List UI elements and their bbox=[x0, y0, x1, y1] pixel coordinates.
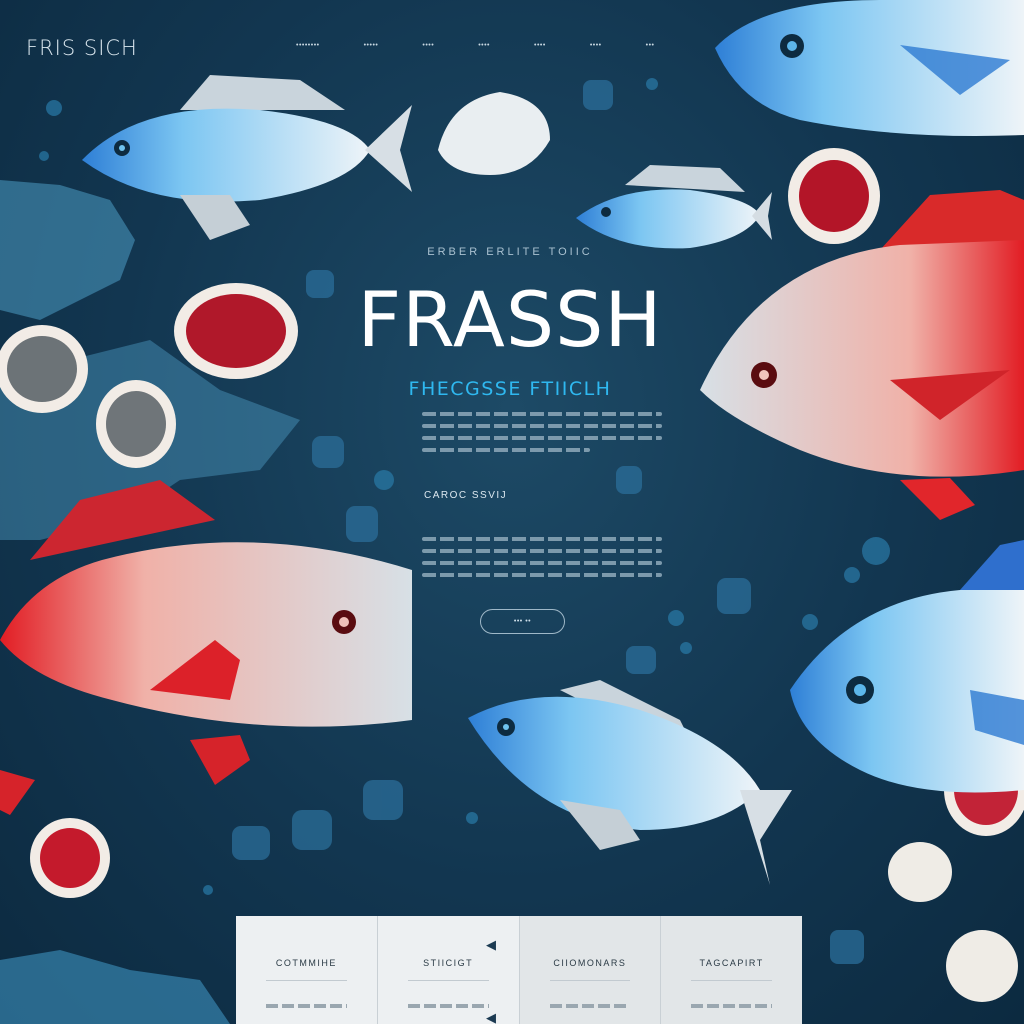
top-nav: •••••••• ••••• •••• •••• •••• •••• ••• bbox=[296, 42, 698, 49]
arrow-left-icon[interactable]: ◀ bbox=[486, 1010, 500, 1024]
bowl-red-center-left bbox=[174, 283, 298, 379]
hero-subtitle: FHECGSSE FTIICLH bbox=[408, 378, 612, 400]
red-fish-left bbox=[0, 480, 412, 815]
nav-item-2[interactable]: ••••• bbox=[364, 42, 379, 49]
blue-fish-top-left bbox=[82, 75, 412, 240]
nav-item-3[interactable]: •••• bbox=[422, 42, 434, 49]
feature-card-1[interactable]: COTMMIHE bbox=[236, 916, 378, 1024]
card-divider bbox=[549, 980, 631, 981]
cta-button[interactable]: ••• •• bbox=[480, 609, 565, 634]
nav-item-7[interactable]: ••• bbox=[646, 42, 655, 49]
card-divider bbox=[266, 980, 347, 981]
bowl-red-bottom-left bbox=[30, 818, 110, 898]
feature-cards: COTMMIHE STIICIGT CIIOMONARS TAGCAPIRT bbox=[236, 916, 802, 1024]
card-title: TAGCAPIRT bbox=[699, 958, 764, 968]
text-line bbox=[422, 448, 590, 452]
blue-fish-bottom-center bbox=[468, 680, 792, 885]
blue-fish-bottom-right bbox=[790, 540, 1024, 793]
feature-card-2[interactable]: STIICIGT bbox=[378, 916, 520, 1024]
text-line bbox=[422, 412, 662, 416]
arrow-right-icon[interactable]: ◀ bbox=[486, 937, 500, 952]
ice-cubes bbox=[232, 80, 864, 964]
hero-eyebrow: ERBER ERLITE TOIIC bbox=[427, 246, 593, 258]
nav-item-5[interactable]: •••• bbox=[534, 42, 546, 49]
section-paragraph bbox=[422, 537, 662, 585]
card-title: CIIOMONARS bbox=[553, 958, 627, 968]
salt-pile bbox=[438, 92, 550, 175]
hero-paragraph bbox=[422, 412, 662, 460]
nav-item-1[interactable]: •••••••• bbox=[296, 42, 320, 49]
blue-fish-top-right bbox=[715, 0, 1024, 136]
card-title: COTMMIHE bbox=[275, 958, 337, 968]
hero-section: ERBER ERLITE TOIIC FRASSH FHECGSSE FTIIC… bbox=[330, 246, 690, 400]
hero-title: FRASSH bbox=[357, 275, 663, 364]
text-line bbox=[422, 549, 662, 553]
text-line bbox=[422, 573, 662, 577]
card-divider bbox=[407, 980, 489, 981]
nav-item-4[interactable]: •••• bbox=[478, 42, 490, 49]
card-text bbox=[549, 1004, 631, 1008]
bowl-red-right-top bbox=[788, 148, 880, 244]
section-heading: CAROC SSVIJ bbox=[424, 490, 508, 501]
blue-fish-small-center bbox=[576, 165, 772, 249]
feature-card-3[interactable]: CIIOMONARS bbox=[519, 916, 662, 1024]
card-divider bbox=[691, 980, 772, 981]
bowl-grey-left bbox=[0, 325, 88, 413]
fish-illustration-layer bbox=[0, 0, 1024, 1024]
bowl-grey-mid bbox=[96, 380, 176, 468]
text-line bbox=[422, 424, 662, 428]
card-text bbox=[266, 1004, 347, 1008]
ice-left-mid bbox=[0, 340, 300, 540]
ice-bottom-left bbox=[0, 950, 230, 1024]
card-text bbox=[691, 1004, 772, 1008]
bowl-white-bottom-right bbox=[888, 842, 1018, 1002]
feature-card-4[interactable]: TAGCAPIRT bbox=[661, 916, 802, 1024]
bowl-red-bottom-right bbox=[944, 744, 1024, 836]
text-line bbox=[422, 537, 662, 541]
text-line bbox=[422, 436, 662, 440]
red-fish-right bbox=[700, 190, 1024, 520]
nav-item-6[interactable]: •••• bbox=[590, 42, 602, 49]
brand-logo[interactable]: FRIS SICH bbox=[26, 36, 138, 60]
card-text bbox=[407, 1004, 489, 1008]
water-bubbles bbox=[39, 78, 890, 895]
text-line bbox=[422, 561, 662, 565]
ice-left-upper bbox=[0, 180, 135, 320]
card-title: STIICIGT bbox=[423, 958, 474, 968]
